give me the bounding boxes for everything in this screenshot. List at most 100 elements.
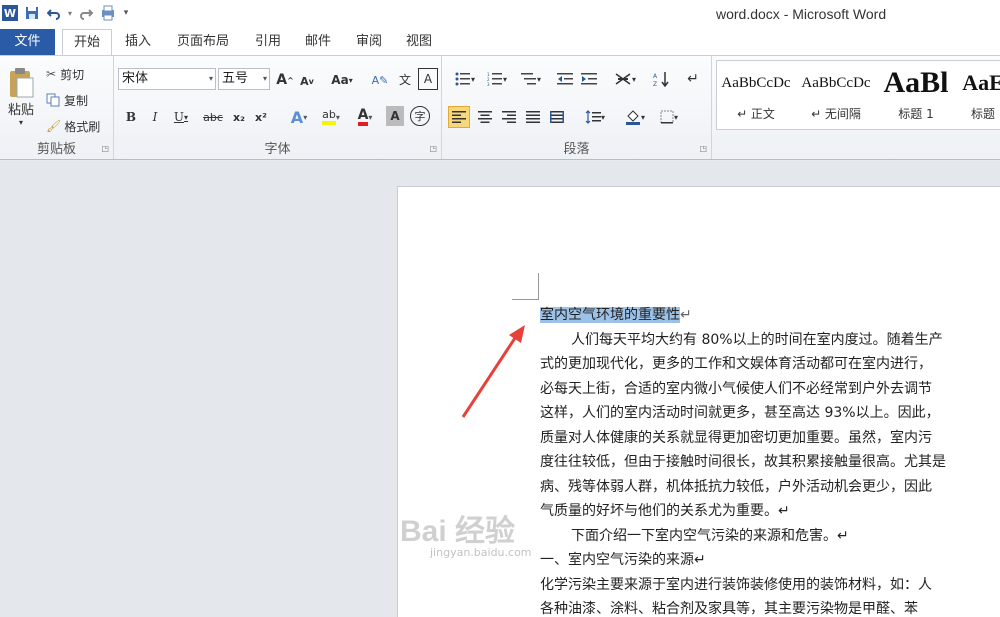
- doc-title-selected[interactable]: 室内空气环境的重要性: [540, 307, 680, 323]
- style-no-spacing-label: ↵ 无间隔: [811, 107, 861, 121]
- doc-line: 式的更加现代化，更多的工作和文娱体育活动都可在室内进行，: [540, 356, 932, 372]
- enclose-chars-button[interactable]: 字: [410, 106, 430, 126]
- undo-dropdown-icon[interactable]: ▾: [66, 3, 74, 23]
- text-effects-button[interactable]: A ▾: [284, 106, 314, 128]
- bold-button[interactable]: B: [122, 106, 140, 128]
- print-preview-icon[interactable]: [98, 3, 118, 23]
- line-spacing-button[interactable]: ▾: [580, 106, 610, 128]
- phonetic-guide-icon: 文: [398, 72, 411, 87]
- paragraph-launcher-icon[interactable]: ◳: [699, 144, 707, 153]
- clipboard-group-label: 剪贴板: [36, 142, 76, 157]
- quick-access-toolbar: W ▾ ▾: [0, 3, 134, 23]
- font-size-combo[interactable]: 五号 ▾: [218, 68, 270, 90]
- watermark-logo: Bai 经验: [400, 515, 516, 548]
- numbering-button[interactable]: 1 2 3 ▾: [482, 68, 512, 90]
- text-effects-icon: A: [290, 107, 304, 127]
- document-body[interactable]: 室内空气环境的重要性↵ 人们每天平均大约有 80%以上的时间在室内度过。随着生产…: [540, 303, 1000, 617]
- redo-icon[interactable]: [76, 3, 96, 23]
- cut-button[interactable]: ✂ 剪切: [46, 64, 84, 84]
- tab-view[interactable]: 视图: [397, 29, 441, 55]
- window-title: word.docx - Microsoft Word: [716, 6, 887, 22]
- format-painter-button[interactable]: 🖌 格式刷: [46, 116, 100, 136]
- font-name-combo[interactable]: 宋体 ▾: [118, 68, 216, 90]
- margin-corner-mark: [538, 273, 539, 300]
- borders-button[interactable]: ▾: [654, 106, 684, 128]
- doc-title-line[interactable]: 室内空气环境的重要性↵: [540, 303, 1000, 328]
- strikethrough-button[interactable]: abc: [198, 106, 228, 128]
- styles-gallery: AaBbCcDc ↵ 正文 AaBbCcDc ↵ 无间隔 AaBl 标题 1 A…: [716, 60, 1000, 130]
- svg-text:A: A: [653, 73, 658, 80]
- sort-button[interactable]: AZ: [650, 68, 672, 90]
- paste-button[interactable]: 粘贴 ▾: [4, 60, 38, 134]
- change-case-button[interactable]: Aa ▾: [328, 70, 356, 90]
- tab-mailings[interactable]: 邮件: [296, 29, 340, 55]
- tab-references[interactable]: 引用: [246, 29, 290, 55]
- justify-button[interactable]: [522, 106, 544, 128]
- font-name-dropdown-icon[interactable]: ▾: [209, 69, 213, 89]
- clipboard-launcher-icon[interactable]: ◳: [101, 144, 109, 153]
- char-border-button[interactable]: A: [418, 68, 438, 90]
- tab-home[interactable]: 开始: [62, 29, 112, 55]
- underline-button[interactable]: U ▾: [170, 106, 192, 128]
- align-right-button[interactable]: [498, 106, 520, 128]
- tab-file[interactable]: 文件: [0, 29, 55, 55]
- phonetic-guide-button[interactable]: 文: [394, 68, 416, 90]
- decrease-indent-icon: [557, 73, 573, 85]
- style-heading-2-label: 标题: [970, 107, 995, 121]
- font-size-dropdown-icon[interactable]: ▾: [263, 69, 267, 89]
- bullets-icon: [455, 72, 470, 86]
- paragraph-group: ▾ 1 2 3 ▾ ▾ ▾ AZ ↵ ▾ ▾ ▾ 段落 ◳: [442, 56, 712, 159]
- style-no-spacing[interactable]: AaBbCcDc ↵ 无间隔: [799, 61, 873, 129]
- tab-insert[interactable]: 插入: [116, 29, 160, 55]
- shrink-font-button[interactable]: Av: [298, 72, 316, 90]
- undo-icon[interactable]: [44, 3, 64, 23]
- clear-format-icon: A✎: [371, 73, 389, 87]
- style-heading-2[interactable]: AaE 标题: [959, 61, 1000, 129]
- grow-font-button[interactable]: A ^: [276, 70, 294, 90]
- chinese-layout-icon: [615, 73, 631, 85]
- paintbrush-icon: 🖌: [46, 119, 62, 133]
- tab-review[interactable]: 审阅: [347, 29, 391, 55]
- tab-page-layout[interactable]: 页面布局: [168, 29, 238, 55]
- chinese-layout-button[interactable]: ▾: [610, 68, 640, 90]
- style-heading-1[interactable]: AaBl 标题 1: [879, 61, 953, 129]
- bullets-button[interactable]: ▾: [450, 68, 480, 90]
- style-no-spacing-sample: AaBbCcDc: [801, 75, 871, 91]
- doc-line: 各种油漆、涂料、粘合剂及家具等，其主要污染物是甲醛、苯: [540, 601, 918, 617]
- customize-qat-icon[interactable]: ▾: [120, 3, 132, 23]
- align-left-button[interactable]: [448, 106, 470, 128]
- char-shading-button[interactable]: A: [386, 106, 404, 126]
- show-marks-button[interactable]: ↵: [682, 68, 704, 90]
- superscript-button[interactable]: x²: [252, 106, 270, 128]
- copy-label: 复制: [64, 93, 89, 108]
- save-icon[interactable]: [22, 3, 42, 23]
- italic-button[interactable]: I: [146, 106, 164, 128]
- svg-text:Z: Z: [653, 81, 657, 87]
- ribbon: 粘贴 ▾ ✂ 剪切 复制 🖌 格式刷 剪贴板 ◳ 宋体 ▾ 五号 ▾ A ^ Av…: [0, 55, 1000, 160]
- cut-label: 剪切: [60, 67, 85, 82]
- word-app-icon[interactable]: W: [0, 3, 20, 23]
- paint-bucket-icon: [625, 110, 640, 125]
- highlight-button[interactable]: ab ▾: [316, 106, 346, 128]
- clear-format-button[interactable]: A✎: [370, 70, 390, 90]
- font-name-value: 宋体: [122, 71, 149, 86]
- increase-indent-button[interactable]: [578, 68, 600, 90]
- paste-dropdown-icon: ▾: [18, 118, 23, 127]
- distributed-button[interactable]: [546, 106, 568, 128]
- align-center-button[interactable]: [474, 106, 496, 128]
- doc-line: 下面介绍一下室内空气污染的来源和危害。↵: [571, 527, 849, 544]
- decrease-indent-button[interactable]: [554, 68, 576, 90]
- scissors-icon: ✂: [46, 67, 57, 81]
- shading-button[interactable]: ▾: [620, 106, 650, 128]
- char-border-icon: A: [423, 72, 433, 86]
- style-normal[interactable]: AaBbCcDc ↵ 正文: [719, 61, 793, 129]
- font-color-button[interactable]: A ▾: [350, 106, 380, 128]
- copy-button[interactable]: 复制: [46, 90, 88, 110]
- multilevel-list-button[interactable]: ▾: [516, 68, 546, 90]
- doc-line: 气质量的好坏与他们的关系尤为重要。↵: [540, 503, 790, 519]
- doc-line: 这样，人们的室内活动时间就更多，甚至高达 93%以上。因此，: [540, 405, 940, 421]
- font-launcher-icon[interactable]: ◳: [429, 144, 437, 153]
- subscript-button[interactable]: x₂: [230, 106, 248, 128]
- doc-line: 质量对人体健康的关系就显得更加密切更加重要。虽然，室内污: [540, 429, 932, 446]
- margin-corner-mark-h: [512, 299, 539, 300]
